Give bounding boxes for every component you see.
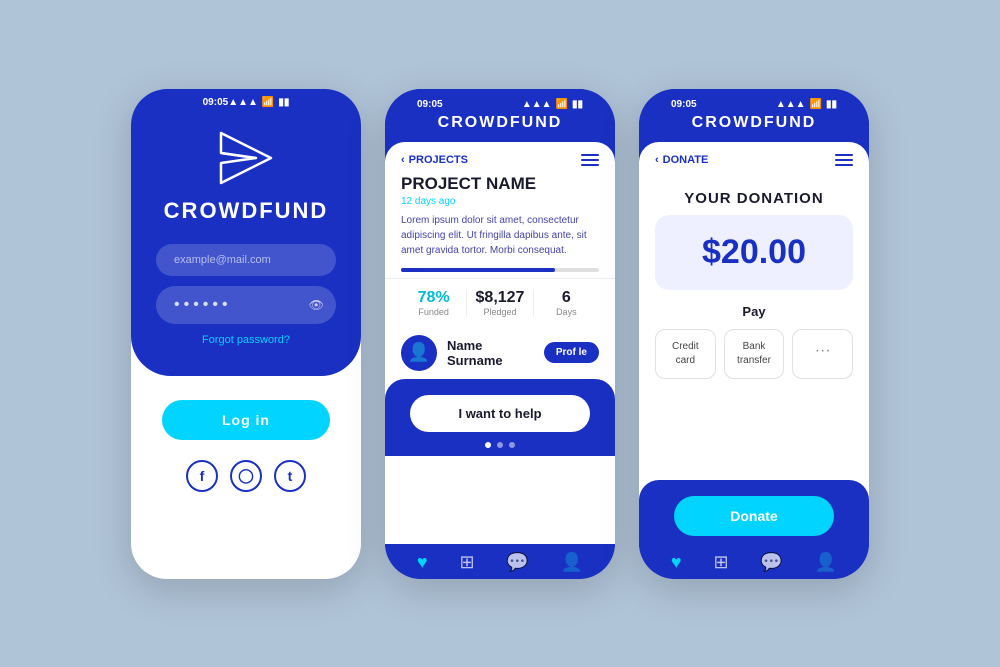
progress-fill bbox=[401, 268, 555, 272]
profile-button[interactable]: Prof le bbox=[544, 342, 599, 363]
pay-more[interactable]: ··· bbox=[792, 329, 853, 379]
hamburger-icon[interactable] bbox=[581, 154, 599, 166]
phone-login: 09:05 ▲▲▲ 📶 ▮▮ CROWDFUND bbox=[131, 89, 361, 579]
social-icons: f ◯ t bbox=[186, 460, 306, 492]
dot-1 bbox=[485, 442, 491, 448]
nav-grid-icon-3[interactable]: ⊞ bbox=[713, 552, 728, 573]
chevron-left-icon-3: ‹ bbox=[655, 154, 659, 166]
stats-row: 78% Funded $8,127 Pledged 6 Days bbox=[385, 278, 615, 327]
back-button-project[interactable]: ‹ PROJECTS bbox=[401, 154, 468, 166]
signal-icon-3: ▲▲▲ bbox=[776, 99, 806, 110]
facebook-icon[interactable]: f bbox=[186, 460, 218, 492]
battery-icon-2: ▮▮ bbox=[572, 99, 583, 110]
project-description: Lorem ipsum dolor sit amet, consectetur … bbox=[385, 213, 615, 268]
signal-icon-1: ▲▲▲ bbox=[228, 97, 258, 108]
want-help-button[interactable]: I want to help bbox=[410, 395, 590, 432]
brand-title-2: CROWDFUND bbox=[401, 114, 599, 132]
funded-stat: 78% Funded bbox=[401, 289, 467, 317]
days-value: 6 bbox=[534, 289, 599, 307]
wifi-icon-3: 📶 bbox=[810, 99, 822, 110]
projects-label: PROJECTS bbox=[409, 154, 468, 166]
brand-title-3: CROWDFUND bbox=[655, 114, 853, 132]
status-bar-2: 09:05 ▲▲▲ 📶 ▮▮ bbox=[401, 91, 599, 114]
pay-label: Pay bbox=[639, 304, 869, 319]
status-icons-2: ▲▲▲ 📶 ▮▮ bbox=[522, 99, 583, 110]
wifi-icon-1: 📶 bbox=[262, 97, 274, 108]
battery-icon-3: ▮▮ bbox=[826, 99, 837, 110]
brand-title-1: CROWDFUND bbox=[164, 198, 329, 224]
user-name: Name Surname bbox=[447, 338, 534, 368]
time-2: 09:05 bbox=[417, 99, 443, 110]
status-icons-3: ▲▲▲ 📶 ▮▮ bbox=[776, 99, 837, 110]
donate-content: ‹ DONATE YOUR DONATION $20.00 Pay Credit… bbox=[639, 142, 869, 544]
avatar: 👤 bbox=[401, 335, 437, 371]
nav-grid-icon[interactable]: ⊞ bbox=[459, 552, 474, 573]
instagram-icon[interactable]: ◯ bbox=[230, 460, 262, 492]
donate-button[interactable]: Donate bbox=[674, 496, 834, 536]
eye-icon[interactable]: 👁 bbox=[309, 298, 324, 312]
funded-label: Funded bbox=[401, 307, 466, 317]
login-top-section: 09:05 ▲▲▲ 📶 ▮▮ CROWDFUND bbox=[131, 89, 361, 376]
dot-3 bbox=[509, 442, 515, 448]
project-header: 09:05 ▲▲▲ 📶 ▮▮ CROWDFUND bbox=[385, 89, 615, 142]
project-date: 12 days ago bbox=[385, 196, 615, 213]
pay-options: Creditcard Banktransfer ··· bbox=[639, 329, 869, 393]
login-button[interactable]: Log in bbox=[162, 400, 330, 440]
nav-chat-icon[interactable]: 💬 bbox=[506, 552, 528, 573]
phones-container: 09:05 ▲▲▲ 📶 ▮▮ CROWDFUND bbox=[111, 69, 889, 599]
password-wrapper: 👁 bbox=[156, 286, 336, 324]
nav-heart-icon[interactable]: ♥ bbox=[417, 552, 428, 573]
more-options-icon: ··· bbox=[803, 340, 842, 362]
donate-bottom-card: Donate bbox=[639, 480, 869, 544]
time-1: 09:05 bbox=[203, 97, 229, 108]
paper-plane-icon bbox=[216, 128, 276, 188]
twitter-icon[interactable]: t bbox=[274, 460, 306, 492]
status-bar-1: 09:05 ▲▲▲ 📶 ▮▮ bbox=[187, 89, 306, 112]
nav-heart-icon-3[interactable]: ♥ bbox=[671, 552, 682, 573]
nav-chat-icon-3[interactable]: 💬 bbox=[760, 552, 782, 573]
donate-nav-label: DONATE bbox=[663, 154, 709, 166]
carousel-dots bbox=[485, 442, 515, 448]
donate-header: 09:05 ▲▲▲ 📶 ▮▮ CROWDFUND bbox=[639, 89, 869, 142]
bottom-nav-3: ♥ ⊞ 💬 👤 bbox=[639, 544, 869, 579]
pledged-stat: $8,127 Pledged bbox=[467, 289, 533, 317]
battery-icon-1: ▮▮ bbox=[278, 97, 289, 108]
progress-bar-container bbox=[385, 268, 615, 278]
forgot-password-link[interactable]: Forgot password? bbox=[156, 334, 336, 346]
project-bottom-card: I want to help bbox=[385, 379, 615, 456]
pledged-value: $8,127 bbox=[467, 289, 532, 307]
donation-amount-box: $20.00 bbox=[655, 215, 853, 290]
project-nav: ‹ PROJECTS bbox=[385, 142, 615, 174]
nav-user-icon-3[interactable]: 👤 bbox=[815, 552, 837, 573]
wifi-icon-2: 📶 bbox=[556, 99, 568, 110]
bottom-nav-2: ♥ ⊞ 💬 👤 bbox=[385, 544, 615, 579]
phone-project: 09:05 ▲▲▲ 📶 ▮▮ CROWDFUND ‹ PROJECTS bbox=[385, 89, 615, 579]
dot-2 bbox=[497, 442, 503, 448]
donation-title: YOUR DONATION bbox=[639, 174, 869, 215]
user-row: 👤 Name Surname Prof le bbox=[385, 327, 615, 379]
login-bottom-section: Log in f ◯ t bbox=[131, 376, 361, 579]
days-label: Days bbox=[534, 307, 599, 317]
progress-background bbox=[401, 268, 599, 272]
time-3: 09:05 bbox=[671, 99, 697, 110]
back-button-donate[interactable]: ‹ DONATE bbox=[655, 154, 708, 166]
status-bar-3: 09:05 ▲▲▲ 📶 ▮▮ bbox=[655, 91, 853, 114]
pay-credit-card[interactable]: Creditcard bbox=[655, 329, 716, 379]
nav-user-icon[interactable]: 👤 bbox=[561, 552, 583, 573]
days-stat: 6 Days bbox=[534, 289, 599, 317]
project-title: PROJECT NAME bbox=[385, 174, 615, 196]
status-icons-1: ▲▲▲ 📶 ▮▮ bbox=[228, 97, 289, 108]
pledged-label: Pledged bbox=[467, 307, 532, 317]
pay-bank-transfer[interactable]: Banktransfer bbox=[724, 329, 785, 379]
funded-value: 78% bbox=[401, 289, 466, 307]
user-avatar-icon: 👤 bbox=[408, 342, 430, 363]
email-field[interactable] bbox=[156, 244, 336, 276]
phone-donate: 09:05 ▲▲▲ 📶 ▮▮ CROWDFUND ‹ DONATE bbox=[639, 89, 869, 579]
donate-nav: ‹ DONATE bbox=[639, 142, 869, 174]
signal-icon-2: ▲▲▲ bbox=[522, 99, 552, 110]
project-content: ‹ PROJECTS PROJECT NAME 12 days ago Lore… bbox=[385, 142, 615, 544]
chevron-left-icon: ‹ bbox=[401, 154, 405, 166]
hamburger-icon-3[interactable] bbox=[835, 154, 853, 166]
donation-amount: $20.00 bbox=[675, 233, 833, 272]
